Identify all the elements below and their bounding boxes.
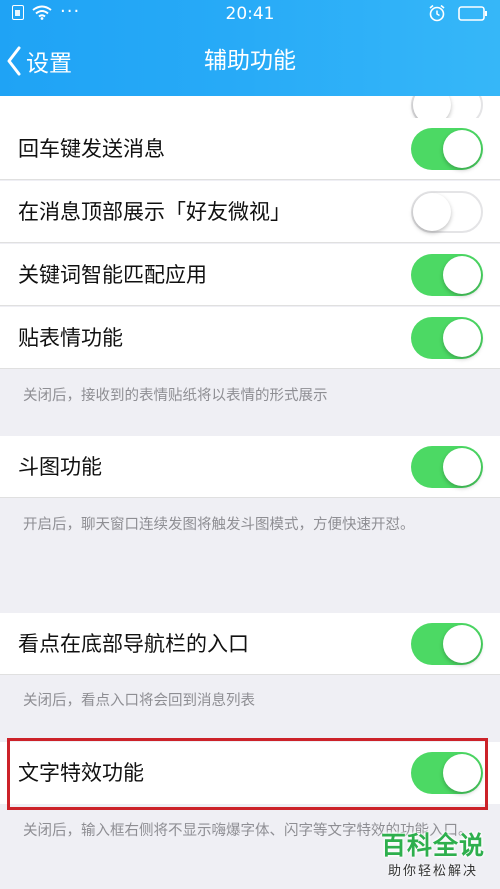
setting-label: 看点在底部导航栏的入口: [18, 632, 249, 656]
toggle-knob: [443, 448, 481, 486]
battery-icon: [458, 5, 488, 21]
navigation-bar: 设置 辅助功能: [0, 38, 500, 84]
partial-setting-row: [0, 96, 500, 119]
toggle-keyword-match[interactable]: [411, 254, 483, 296]
toggle-knob: [443, 754, 481, 792]
toggle-knob: [413, 96, 451, 118]
toggle-knob: [443, 256, 481, 294]
setting-row-kandian: 看点在底部导航栏的入口: [0, 613, 500, 675]
setting-label: 文字特效功能: [18, 761, 144, 785]
toggle-sticker[interactable]: [411, 317, 483, 359]
toggle-doutu[interactable]: [411, 446, 483, 488]
partial-toggle[interactable]: [411, 96, 483, 118]
sticker-footnote: 关闭后，接收到的表情贴纸将以表情的形式展示: [23, 388, 328, 404]
setting-row-enter-send: 回车键发送消息: [0, 118, 500, 180]
toggle-text-effect[interactable]: [411, 752, 483, 794]
setting-label: 斗图功能: [18, 455, 102, 479]
toggle-knob: [443, 319, 481, 357]
divider: [0, 497, 500, 498]
alarm-icon: [428, 4, 446, 22]
divider: [0, 242, 500, 243]
watermark-logo: 百科全说 助你轻松解决: [368, 826, 498, 879]
setting-row-text-effect: 文字特效功能: [0, 742, 500, 804]
status-right: [428, 4, 488, 22]
setting-label: 贴表情功能: [18, 326, 123, 350]
watermark-subtitle: 助你轻松解决: [387, 864, 478, 879]
toggle-knob: [443, 130, 481, 168]
toggle-enter-send[interactable]: [411, 128, 483, 170]
app-header: ··· 20:41 设置 辅助功能: [0, 0, 500, 96]
status-time: 20:41: [225, 4, 275, 24]
toggle-kandian[interactable]: [411, 623, 483, 665]
kandian-footnote: 关闭后，看点入口将会回到消息列表: [23, 693, 255, 709]
doutu-footnote: 开启后，聊天窗口连续发图将触发斗图模式，方便快速开怼。: [23, 517, 415, 533]
setting-label: 关键词智能匹配应用: [18, 263, 207, 287]
toggle-knob: [443, 625, 481, 663]
divider: [0, 368, 500, 369]
setting-row-keyword-match: 关键词智能匹配应用: [0, 244, 500, 306]
setting-label: 在消息顶部展示「好友微视」: [18, 200, 291, 224]
divider: [0, 674, 500, 675]
divider: [0, 179, 500, 180]
watermark-title: 百科全说: [380, 831, 485, 860]
page-title: 辅助功能: [204, 48, 296, 74]
toggle-knob: [413, 193, 451, 231]
setting-row-sticker: 贴表情功能: [0, 307, 500, 369]
setting-row-doutu: 斗图功能: [0, 436, 500, 498]
divider: [0, 305, 500, 306]
setting-row-friend-weishi: 在消息顶部展示「好友微视」: [0, 181, 500, 243]
setting-label: 回车键发送消息: [18, 137, 165, 161]
toggle-friend-weishi[interactable]: [411, 191, 483, 233]
status-bar: ··· 20:41: [0, 0, 500, 28]
